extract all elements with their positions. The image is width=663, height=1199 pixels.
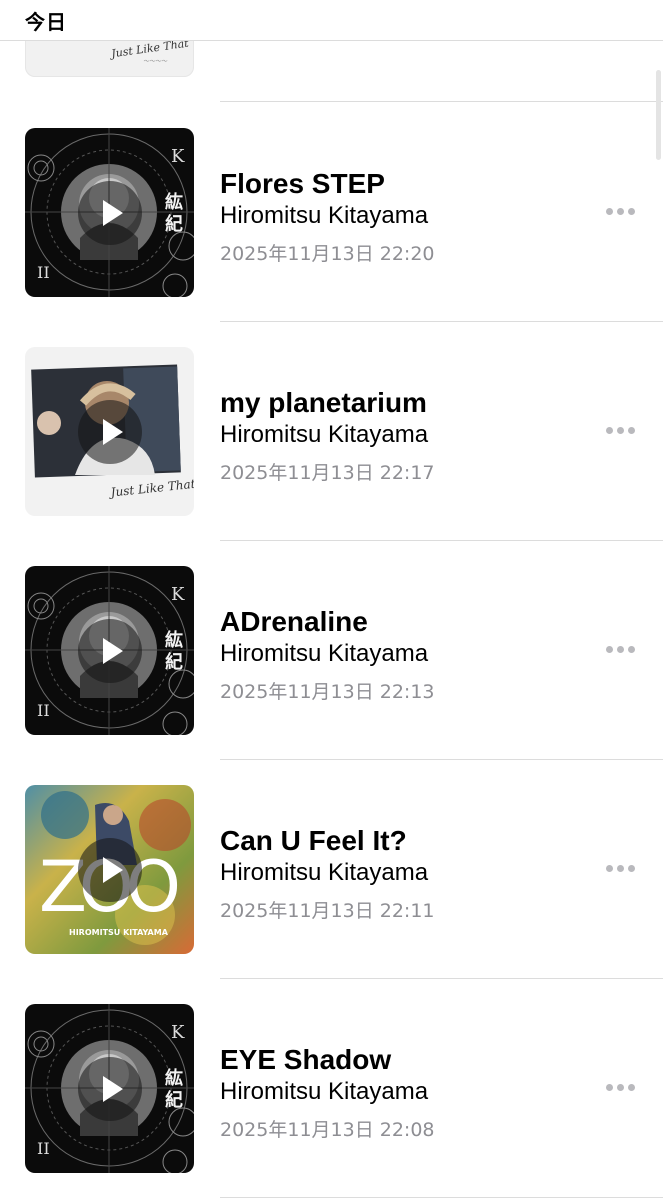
list-item[interactable]: Just Like That my planetarium Hiromitsu … — [0, 321, 663, 540]
play-icon[interactable] — [77, 1056, 142, 1121]
song-title: Can U Feel It? — [220, 825, 407, 856]
list-item[interactable]: ZOO HIROMITSU KITAYAMA Can U Feel It? Hi… — [0, 759, 663, 978]
section-title: 今日 — [25, 10, 67, 34]
song-date: 2025年11月13日 22:11 — [220, 900, 435, 922]
svg-text:K: K — [171, 584, 185, 605]
song-title: my planetarium — [220, 387, 427, 418]
more-icon[interactable] — [602, 200, 638, 224]
play-icon[interactable] — [77, 399, 142, 464]
play-icon[interactable] — [77, 180, 142, 245]
song-title: Flores STEP — [220, 168, 385, 199]
song-title: ADrenaline — [220, 606, 368, 637]
svg-text:紘: 紘 — [165, 191, 183, 213]
svg-text:HIROMITSU KITAYAMA: HIROMITSU KITAYAMA — [69, 928, 169, 937]
svg-text:紀: 紀 — [165, 213, 183, 235]
svg-text:紘: 紘 — [165, 1067, 183, 1089]
svg-text:紀: 紀 — [165, 651, 183, 673]
list-item[interactable]: K II 紘 紀 Flores STEP Hiromitsu Kitayama … — [0, 102, 663, 321]
song-date: 2025年11月13日 22:17 — [220, 462, 435, 484]
play-icon[interactable] — [77, 837, 142, 902]
more-icon[interactable] — [602, 857, 638, 881]
svg-text:II: II — [37, 1139, 50, 1158]
song-title: EYE Shadow — [220, 1044, 392, 1075]
album-art[interactable]: K II 紘 紀 — [25, 128, 194, 297]
svg-text:II: II — [37, 263, 50, 282]
more-icon[interactable] — [602, 638, 638, 662]
song-date: 2025年11月13日 22:08 — [220, 1119, 435, 1141]
svg-text:K: K — [171, 1022, 185, 1043]
song-artist: Hiromitsu Kitayama — [220, 202, 429, 229]
album-art[interactable]: ZOO HIROMITSU KITAYAMA — [25, 785, 194, 954]
album-art-subsignature: 〜〜〜〜 — [143, 59, 168, 65]
svg-text:K: K — [171, 146, 185, 167]
svg-text:II: II — [37, 701, 50, 720]
list-separator — [220, 1197, 663, 1198]
song-date: 2025年11月13日 22:13 — [220, 681, 435, 703]
song-artist: Hiromitsu Kitayama — [220, 640, 429, 667]
list-item[interactable]: K II 紘 紀 ADrenaline Hiromitsu Kitayama 2… — [0, 540, 663, 759]
album-art[interactable]: K II 紘 紀 — [25, 1004, 194, 1173]
song-artist: Hiromitsu Kitayama — [220, 421, 429, 448]
song-date: 2025年11月13日 22:20 — [220, 243, 435, 265]
section-header: 今日 — [0, 0, 663, 41]
album-art[interactable]: Just Like That — [25, 347, 194, 516]
song-artist: Hiromitsu Kitayama — [220, 1078, 429, 1105]
play-icon[interactable] — [77, 618, 142, 683]
svg-text:紀: 紀 — [165, 1089, 183, 1111]
svg-text:紘: 紘 — [165, 629, 183, 651]
more-icon[interactable] — [602, 419, 638, 443]
song-artist: Hiromitsu Kitayama — [220, 859, 429, 886]
album-art[interactable]: K II 紘 紀 — [25, 566, 194, 735]
more-icon[interactable] — [602, 1076, 638, 1100]
list-item[interactable]: K II 紘 紀 EYE Shadow Hiromitsu Kitayama 2… — [0, 978, 663, 1197]
